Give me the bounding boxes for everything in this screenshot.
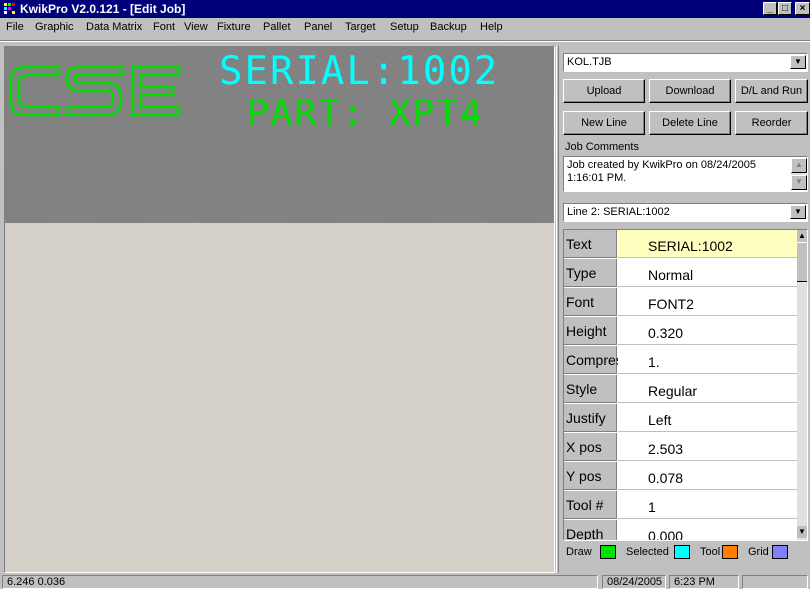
menu-view[interactable]: View xyxy=(184,21,208,33)
status-date: 08/24/2005 xyxy=(602,575,666,589)
menu-panel[interactable]: Panel xyxy=(304,21,332,33)
chevron-down-icon[interactable]: ▼ xyxy=(790,55,806,69)
property-name: Height xyxy=(564,317,617,345)
line-select-value: Line 2: SERIAL:1002 xyxy=(567,206,670,218)
property-name: Depth xyxy=(564,520,617,540)
menu-data-matrix[interactable]: Data Matrix xyxy=(86,21,142,33)
chevron-down-icon[interactable]: ▼ xyxy=(790,205,806,219)
scroll-up-icon[interactable]: ▲ xyxy=(791,158,807,173)
menu-setup[interactable]: Setup xyxy=(390,21,419,33)
property-value-compress[interactable]: 1. xyxy=(618,346,797,374)
legend-tool-label: Tool xyxy=(700,546,721,558)
close-button[interactable]: × xyxy=(795,2,810,15)
scrollbar-thumb[interactable] xyxy=(797,242,807,282)
property-row-type[interactable]: Type Normal xyxy=(564,259,797,288)
legend-grid-label: Grid xyxy=(748,546,769,558)
property-name: Justify xyxy=(564,404,617,432)
job-file-dropdown[interactable]: KOL.TJB ▼ xyxy=(563,53,808,72)
menu-help[interactable]: Help xyxy=(480,21,503,33)
property-scrollbar[interactable]: ▲ ▼ xyxy=(797,230,807,540)
property-row-style[interactable]: Style Regular xyxy=(564,375,797,404)
download-and-run-button[interactable]: D/L and Run xyxy=(735,79,808,103)
property-name: Font xyxy=(564,288,617,316)
property-value-height[interactable]: 0.320 xyxy=(618,317,797,345)
property-value-depth[interactable]: 0.000 xyxy=(618,520,797,540)
property-row-font[interactable]: Font FONT2 xyxy=(564,288,797,317)
marking-preview[interactable]: SERIAL:1002 PART: XPT4 xyxy=(5,47,554,223)
property-name: Type xyxy=(564,259,617,287)
property-value-x-pos[interactable]: 2.503 xyxy=(618,433,797,461)
reorder-button[interactable]: Reorder xyxy=(735,111,808,135)
menu-pallet[interactable]: Pallet xyxy=(263,21,291,33)
minimize-button[interactable]: _ xyxy=(763,2,777,15)
property-value-justify[interactable]: Left xyxy=(618,404,797,432)
property-value-style[interactable]: Regular xyxy=(618,375,797,403)
window-title: KwikPro V2.0.121 - [Edit Job] xyxy=(20,2,186,16)
menu-font[interactable]: Font xyxy=(153,21,175,33)
menu-divider-highlight xyxy=(0,41,810,42)
status-time: 6:23 PM xyxy=(669,575,739,589)
property-name: Text xyxy=(564,230,617,258)
delete-line-button[interactable]: Delete Line xyxy=(649,111,731,135)
menu-graphic[interactable]: Graphic xyxy=(35,21,74,33)
preview-line-serial[interactable]: SERIAL:1002 xyxy=(219,49,499,94)
status-bar: 6.246 0.036 08/24/2005 6:23 PM xyxy=(0,574,810,589)
property-name: Tool # xyxy=(564,491,617,519)
property-name: Compress xyxy=(564,346,630,374)
legend-draw-label: Draw xyxy=(566,546,592,558)
property-name: X pos xyxy=(564,433,617,461)
property-row-compress[interactable]: Compress 1. xyxy=(564,346,797,375)
property-row-y-pos[interactable]: Y pos 0.078 xyxy=(564,462,797,491)
menu-file[interactable]: File xyxy=(6,21,24,33)
property-row-depth[interactable]: Depth 0.000 xyxy=(564,520,797,540)
status-panel-empty xyxy=(742,575,808,589)
scroll-up-icon[interactable]: ▲ xyxy=(797,230,807,242)
job-comments-text: Job created by KwikPro on 08/24/2005 1:1… xyxy=(567,159,756,184)
property-row-x-pos[interactable]: X pos 2.503 xyxy=(564,433,797,462)
property-row-tool[interactable]: Tool # 1 xyxy=(564,491,797,520)
legend-draw-swatch[interactable] xyxy=(600,545,616,559)
property-grid[interactable]: Text SERIAL:1002 Type Normal Font FONT2 … xyxy=(563,229,808,541)
title-bar[interactable]: KwikPro V2.0.121 - [Edit Job] _ □ × xyxy=(0,0,810,18)
canvas-empty-area[interactable] xyxy=(5,223,554,572)
upload-button[interactable]: Upload xyxy=(563,79,645,103)
download-button[interactable]: Download xyxy=(649,79,731,103)
menu-target[interactable]: Target xyxy=(345,21,376,33)
property-value-text[interactable]: SERIAL:1002 xyxy=(618,230,797,258)
line-select-dropdown[interactable]: Line 2: SERIAL:1002 ▼ xyxy=(563,203,808,222)
menu-backup[interactable]: Backup xyxy=(430,21,467,33)
property-value-y-pos[interactable]: 0.078 xyxy=(618,462,797,490)
menu-fixture[interactable]: Fixture xyxy=(217,21,251,33)
maximize-button[interactable]: □ xyxy=(778,2,792,15)
cse-logo xyxy=(9,65,181,117)
legend-selected-label: Selected xyxy=(626,546,669,558)
comments-scrollbar[interactable]: ▲ ▼ xyxy=(791,158,807,190)
property-value-font[interactable]: FONT2 xyxy=(618,288,797,316)
legend-grid-swatch[interactable] xyxy=(772,545,788,559)
new-line-button[interactable]: New Line xyxy=(563,111,645,135)
job-file-value: KOL.TJB xyxy=(567,56,612,68)
job-comments-textarea[interactable]: Job created by KwikPro on 08/24/2005 1:1… xyxy=(563,156,808,192)
job-comments-label: Job Comments xyxy=(565,141,639,153)
legend-selected-swatch[interactable] xyxy=(674,545,690,559)
menu-bar: File Graphic Data Matrix Font View Fixtu… xyxy=(0,18,810,38)
property-name: Y pos xyxy=(564,462,617,490)
property-row-height[interactable]: Height 0.320 xyxy=(564,317,797,346)
app-icon xyxy=(4,3,15,14)
property-row-justify[interactable]: Justify Left xyxy=(564,404,797,433)
status-coordinates: 6.246 0.036 xyxy=(2,575,598,589)
property-value-tool[interactable]: 1 xyxy=(618,491,797,519)
scroll-down-icon[interactable]: ▼ xyxy=(791,175,807,190)
preview-line-part[interactable]: PART: XPT4 xyxy=(247,93,484,134)
legend-tool-swatch[interactable] xyxy=(722,545,738,559)
panel-splitter[interactable] xyxy=(556,46,559,573)
property-name: Style xyxy=(564,375,617,403)
property-value-type[interactable]: Normal xyxy=(618,259,797,287)
property-row-text[interactable]: Text SERIAL:1002 xyxy=(564,230,797,259)
scroll-down-icon[interactable]: ▼ xyxy=(797,526,807,538)
